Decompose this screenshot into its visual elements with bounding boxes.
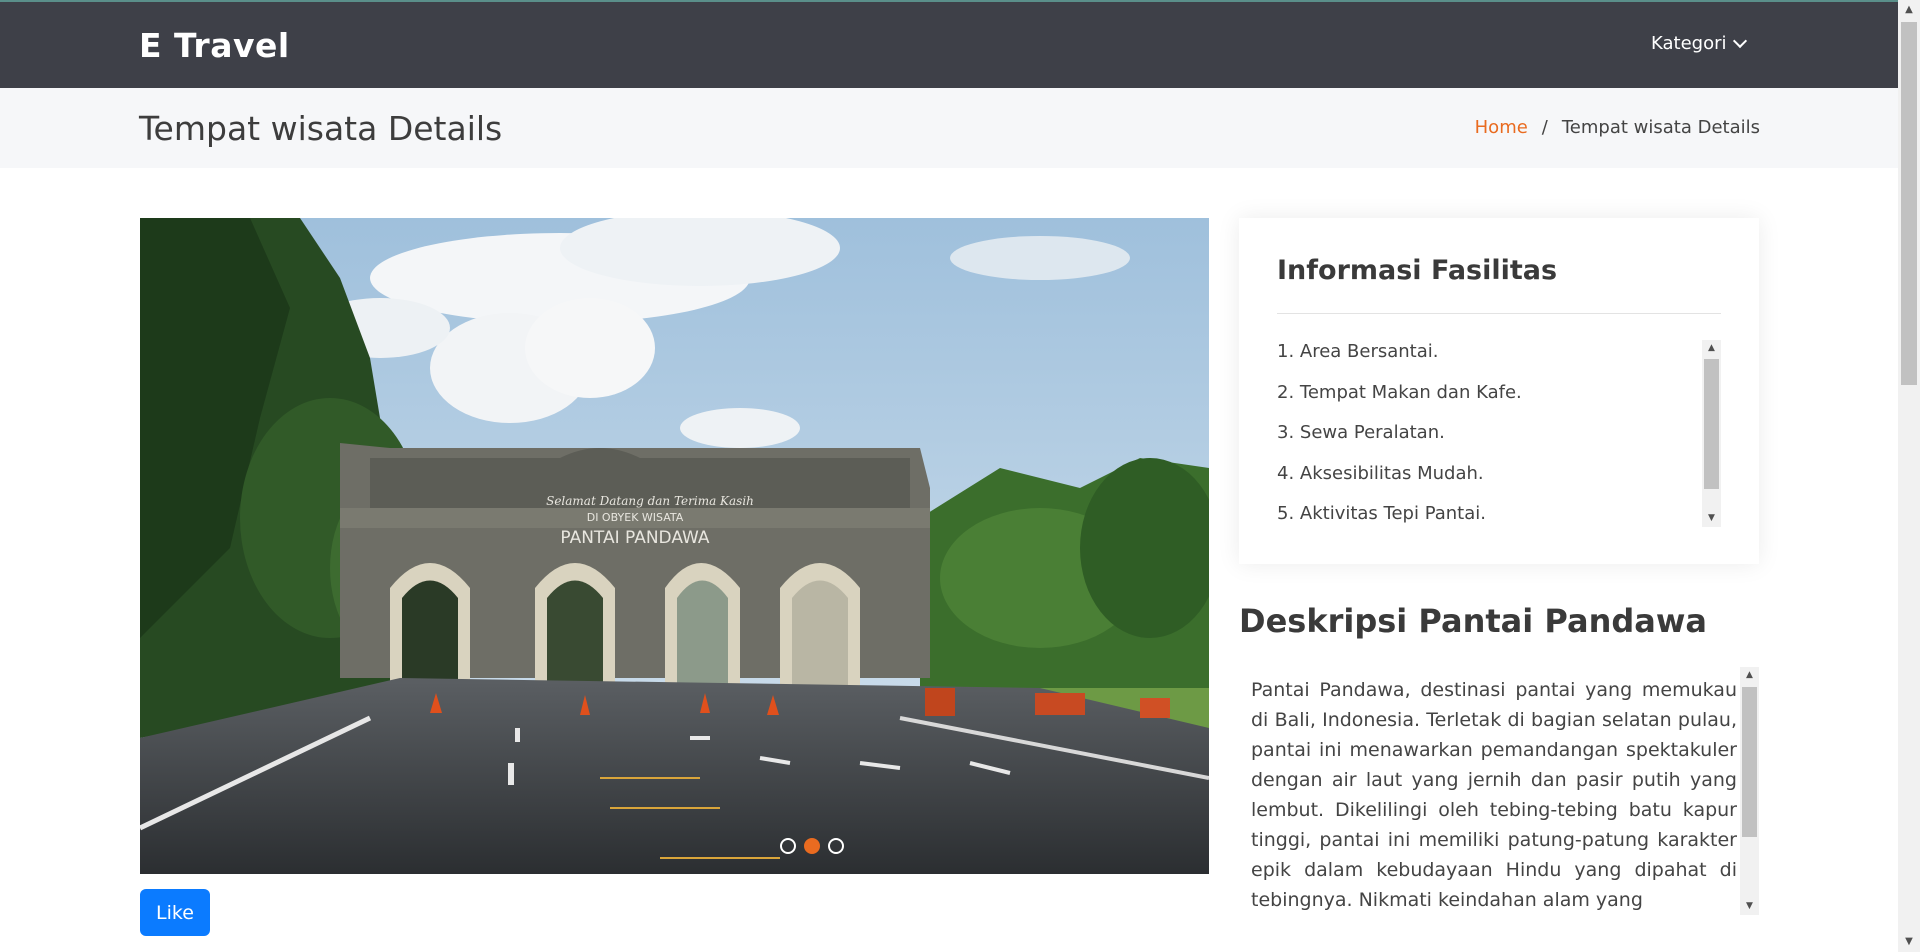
gate-sign-line2: DI OBYEK WISATA <box>587 511 684 524</box>
scroll-up-arrow-icon[interactable]: ▲ <box>1702 340 1721 357</box>
card-divider <box>1277 313 1721 314</box>
nav-kategori-label: Kategori <box>1651 33 1727 54</box>
page-scrollbar[interactable]: ▲ ▼ <box>1898 0 1920 952</box>
facility-item: 5. Aktivitas Tepi Pantai. <box>1277 503 1486 524</box>
carousel-image-pantai-pandawa-gate: Selamat Datang dan Terima Kasih DI OBYEK… <box>140 218 1209 874</box>
description-text: Pantai Pandawa, destinasi pantai yang me… <box>1251 679 1737 911</box>
scroll-up-arrow-icon[interactable]: ▲ <box>1898 0 1920 20</box>
scroll-down-arrow-icon[interactable]: ▼ <box>1898 932 1920 952</box>
description-scrollbar[interactable]: ▲ ▼ <box>1740 667 1759 915</box>
image-carousel[interactable]: Selamat Datang dan Terima Kasih DI OBYEK… <box>140 218 1209 874</box>
breadcrumb-bar: Tempat wisata Details Home / Tempat wisa… <box>0 88 1898 168</box>
page-scroll-thumb[interactable] <box>1901 22 1917 385</box>
facility-item: 3. Sewa Peralatan. <box>1277 422 1445 443</box>
scroll-down-arrow-icon[interactable]: ▼ <box>1740 898 1759 915</box>
page-title: Tempat wisata Details <box>139 109 503 148</box>
carousel-dot-3[interactable] <box>828 838 844 854</box>
scroll-up-arrow-icon[interactable]: ▲ <box>1740 667 1759 684</box>
site-logo[interactable]: E Travel <box>139 26 290 65</box>
scroll-thumb[interactable] <box>1742 687 1757 837</box>
carousel-dot-1[interactable] <box>780 838 796 854</box>
facilities-list[interactable]: 1. Area Bersantai. 2. Tempat Makan dan K… <box>1277 338 1721 526</box>
carousel-indicators <box>780 838 844 854</box>
description-box[interactable]: Pantai Pandawa, destinasi pantai yang me… <box>1239 667 1759 915</box>
facilities-card: Informasi Fasilitas 1. Area Bersantai. 2… <box>1239 218 1759 564</box>
scroll-thumb[interactable] <box>1704 359 1719 489</box>
carousel-dot-2[interactable] <box>804 838 820 854</box>
facility-item: 2. Tempat Makan dan Kafe. <box>1277 381 1522 403</box>
breadcrumb-separator: / <box>1541 117 1548 138</box>
gate-sign-line3: PANTAI PANDAWA <box>560 528 710 548</box>
scroll-down-arrow-icon[interactable]: ▼ <box>1702 510 1721 527</box>
facilities-title: Informasi Fasilitas <box>1277 255 1558 286</box>
top-navbar: E Travel Kategori <box>0 0 1898 88</box>
gate-sign-line1: Selamat Datang dan Terima Kasih <box>546 494 754 508</box>
facilities-scrollbar[interactable]: ▲ ▼ <box>1702 340 1721 527</box>
breadcrumb-current: Tempat wisata Details <box>1561 117 1760 138</box>
like-button[interactable]: Like <box>140 889 210 936</box>
breadcrumb-home-link[interactable]: Home <box>1475 117 1528 138</box>
chevron-down-icon <box>1732 33 1747 49</box>
description-title: Deskripsi Pantai Pandawa <box>1239 602 1707 640</box>
facility-item: 1. Area Bersantai. <box>1277 341 1439 362</box>
facility-item: 4. Aksesibilitas Mudah. <box>1277 462 1484 484</box>
nav-kategori-dropdown[interactable]: Kategori <box>1651 33 1747 54</box>
breadcrumb: Home / Tempat wisata Details <box>1475 117 1760 138</box>
